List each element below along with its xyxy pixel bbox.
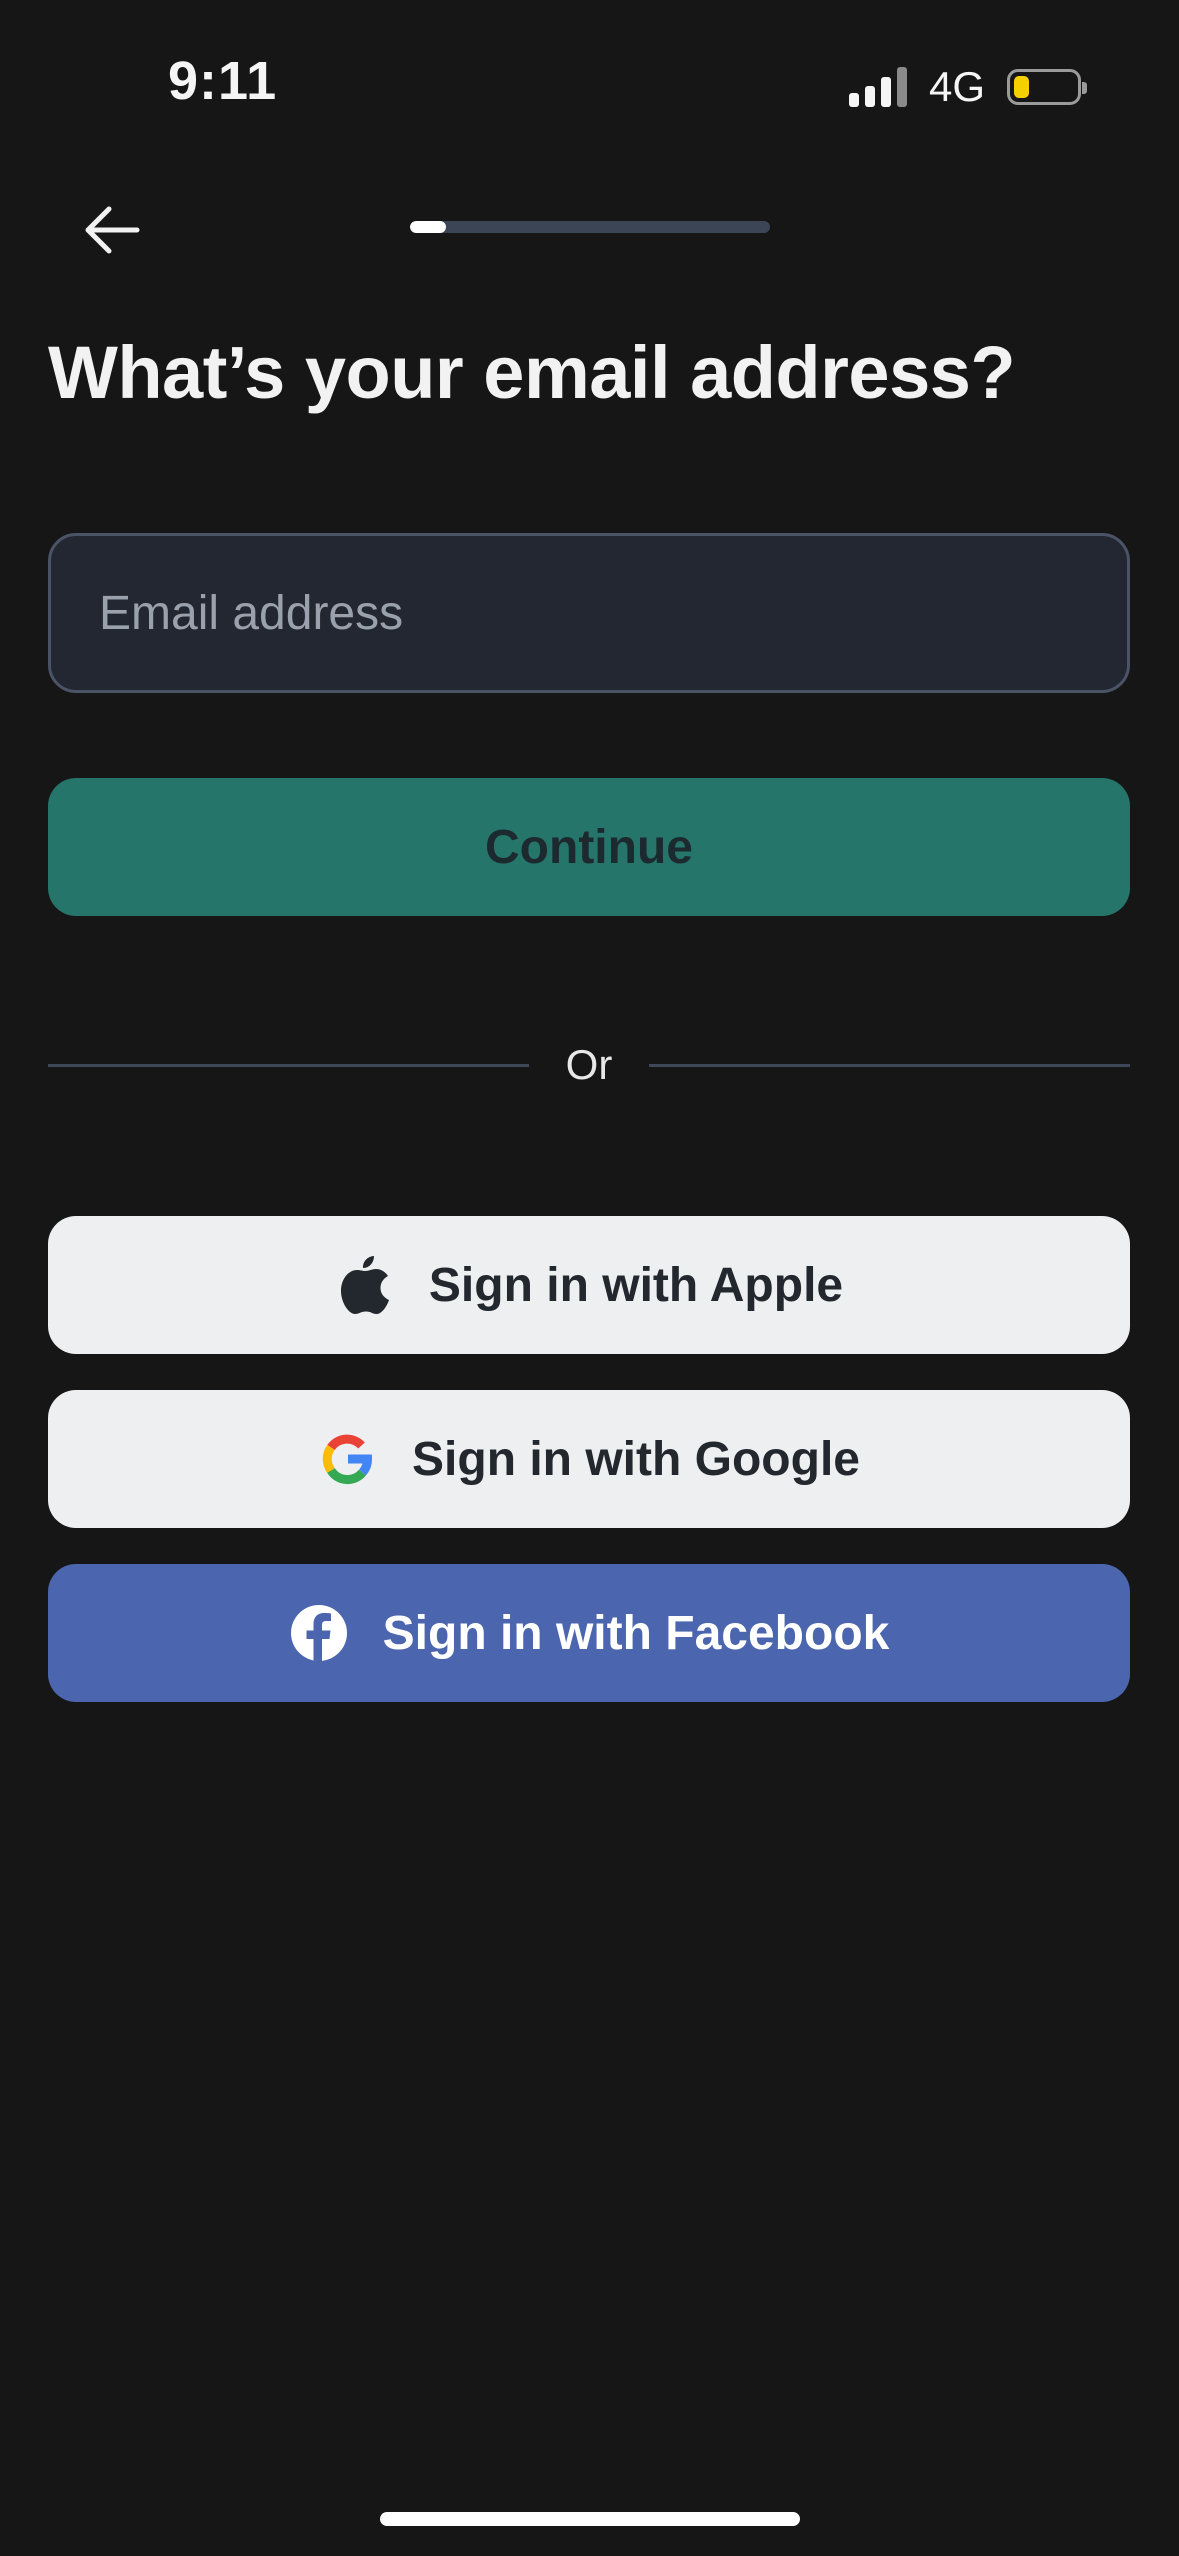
battery-level xyxy=(1014,76,1029,98)
email-input[interactable] xyxy=(48,533,1130,693)
sign-up-email-screen: 9:11 4G What’s your email address? Conti… xyxy=(0,0,1179,2556)
sign-in-apple-button[interactable]: Sign in with Apple xyxy=(48,1216,1130,1354)
sign-in-google-label: Sign in with Google xyxy=(412,1432,860,1486)
sign-in-facebook-button[interactable]: Sign in with Facebook xyxy=(48,1564,1130,1702)
page-title: What’s your email address? xyxy=(48,331,1016,414)
divider-line-left xyxy=(48,1063,529,1067)
google-logo-icon xyxy=(318,1429,378,1489)
sign-in-facebook-label: Sign in with Facebook xyxy=(382,1606,890,1660)
home-indicator[interactable] xyxy=(380,2512,800,2526)
continue-button[interactable]: Continue xyxy=(48,778,1130,916)
status-time: 9:11 xyxy=(168,51,278,111)
divider-label: Or xyxy=(565,1041,613,1088)
status-bar: 9:11 4G xyxy=(0,0,1179,170)
sign-in-google-button[interactable]: Sign in with Google xyxy=(48,1390,1130,1528)
back-button[interactable] xyxy=(62,180,162,280)
status-indicators: 4G xyxy=(848,62,1087,112)
battery-icon xyxy=(1007,69,1087,105)
network-type: 4G xyxy=(928,63,985,110)
divider-line-right xyxy=(649,1063,1130,1067)
arrow-left-icon xyxy=(85,206,140,254)
onboarding-progress-bar xyxy=(410,221,770,233)
apple-logo-icon xyxy=(335,1255,395,1315)
facebook-logo-icon xyxy=(289,1603,349,1663)
or-divider: Or xyxy=(48,1040,1130,1090)
cellular-signal-icon xyxy=(848,67,907,107)
onboarding-progress-fill xyxy=(410,221,446,233)
sign-in-apple-label: Sign in with Apple xyxy=(428,1258,844,1312)
